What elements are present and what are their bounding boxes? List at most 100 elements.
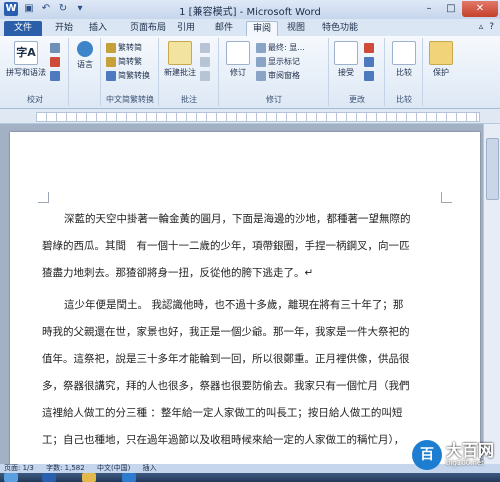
taskbar [0, 473, 500, 482]
conversion-button[interactable]: 简繁转换 [106, 70, 150, 82]
browser-taskbar-icon[interactable] [122, 473, 136, 482]
language-button[interactable]: 语言 [73, 41, 97, 70]
to-simplified-label: 繁转简 [118, 43, 142, 52]
group-label-chinese-conversion: 中文简繁转换 [106, 95, 154, 104]
to-traditional-button[interactable]: 简转繁 [106, 56, 142, 68]
group-label-changes: 更改 [349, 95, 365, 104]
maximize-button[interactable]: □ [440, 1, 462, 17]
word-taskbar-icon[interactable] [42, 473, 56, 482]
page-count[interactable]: 页面: 1/3 [4, 464, 34, 472]
paragraph-line: 深藍的天空中掛著一輪金黃的圓月，下面是海邊的沙地，都種著一望無際的 [64, 213, 411, 225]
group-changes: 接受 更改 [330, 38, 385, 106]
paragraph-line: 多，祭器很講究，拜的人也很多，祭器也很要防偷去。我家只有一個忙月（我們 [42, 380, 410, 392]
previous-change-button[interactable] [364, 56, 374, 68]
paragraph-line: 時我的父親還在世，家景也好，我正是一個少爺。那一年，我家是一件大祭祀的 [42, 326, 410, 338]
reviewing-pane-button[interactable]: 审阅窗格 [256, 70, 300, 82]
word-count-button[interactable] [50, 70, 60, 82]
ruler-ticks [37, 113, 479, 121]
new-comment-button[interactable]: 新建批注 [162, 41, 198, 78]
crop-mark [441, 192, 452, 203]
ribbon-collapse-icon[interactable]: ▵ [479, 22, 484, 32]
show-markup-icon [256, 57, 266, 67]
compare-icon [392, 41, 416, 65]
thesaurus-button[interactable] [50, 56, 60, 68]
group-label-comments: 批注 [181, 95, 197, 104]
group-language: 语言 [70, 38, 101, 106]
paragraph-line: 工；自己也種地，只在過年過節以及收租時候來給一定的人家做工的稱忙月）， [42, 434, 405, 446]
word-count[interactable]: 字数: 1,582 [46, 464, 85, 472]
tab-home[interactable]: 开始 [50, 21, 78, 36]
next-change-icon [364, 71, 374, 81]
group-comments: 新建批注 批注 [160, 38, 219, 106]
document-page[interactable]: 深藍的天空中掛著一輪金黃的圓月，下面是海邊的沙地，都種著一望無際的 碧綠的西瓜。… [10, 132, 480, 472]
document-workspace: 深藍的天空中掛著一輪金黃的圓月，下面是海邊的沙地，都種著一望無際的 碧綠的西瓜。… [0, 124, 484, 472]
tab-references[interactable]: 引用 [172, 21, 200, 36]
previous-comment-icon [200, 57, 210, 67]
group-compare: 比较 比较 [386, 38, 423, 106]
tab-insert[interactable]: 插入 [84, 21, 112, 36]
previous-comment-button[interactable] [200, 56, 210, 68]
close-button[interactable]: ✕ [462, 1, 498, 17]
insert-mode[interactable]: 插入 [143, 464, 157, 472]
research-icon [50, 43, 60, 53]
track-changes-label: 修订 [230, 68, 246, 77]
paragraph-line: 猹盡力地刺去。那猹卻將身一扭，反從他的胯下逃走了。↵ [42, 267, 314, 279]
tab-special-features[interactable]: 特色功能 [316, 21, 364, 36]
next-comment-icon [200, 71, 210, 81]
tab-mailings[interactable]: 邮件 [210, 21, 238, 36]
paragraph-line: 這少年便是閏土。 我認識他時，也不過十多歲，離現在將有三十年了；那 [64, 299, 404, 311]
compare-button[interactable]: 比较 [390, 41, 418, 78]
tab-file[interactable]: 文件 [4, 21, 42, 36]
accept-icon [334, 41, 358, 65]
paragraph-line: 碧綠的西瓜。其間 有一個十一二歲的少年，項帶銀圈，手捏一柄鋼叉，向一匹 [42, 240, 410, 252]
protect-button[interactable]: 保护 [427, 41, 455, 78]
minimize-button[interactable]: – [418, 1, 440, 17]
spelling-icon: 字A [14, 41, 38, 65]
paragraph-line: 這裡給人做工的分三種 ：整年給一定人家做工的叫長工；按日給人做工的叫短 [42, 407, 403, 419]
watermark-logo: 百 [411, 440, 442, 470]
accept-button[interactable]: 接受 [332, 41, 360, 78]
display-review-label: 最终: 显... [268, 43, 305, 52]
title-bar: W ▣ ↶ ↻ ▾ 1 [兼容模式] - Microsoft Word – □ … [0, 0, 500, 20]
next-change-button[interactable] [364, 70, 374, 82]
to-simplified-button[interactable]: 繁转简 [106, 42, 142, 54]
reject-button[interactable] [364, 42, 374, 54]
protect-label: 保护 [433, 68, 449, 77]
lock-icon [429, 41, 453, 65]
tab-page-layout[interactable]: 页面布局 [124, 21, 172, 36]
tab-review[interactable]: 审阅 [246, 21, 278, 37]
tab-view[interactable]: 视图 [282, 21, 310, 36]
display-for-review-dropdown[interactable]: 最终: 显... [256, 42, 305, 54]
crop-mark [38, 192, 49, 203]
previous-change-icon [364, 57, 374, 67]
folder-taskbar-icon[interactable] [82, 473, 96, 482]
track-changes-button[interactable]: 修订 [224, 41, 252, 78]
group-label-tracking: 修订 [266, 95, 282, 104]
to-simplified-icon [106, 43, 116, 53]
ribbon-tabs: 文件 开始 插入 页面布局 引用 邮件 审阅 视图 特色功能 ▵ ? [0, 19, 500, 37]
language-status[interactable]: 中文(中国) [97, 464, 130, 472]
show-markup-button[interactable]: 显示标记 [256, 56, 300, 68]
help-icon[interactable]: ? [489, 22, 494, 32]
reject-icon [364, 43, 374, 53]
start-icon[interactable] [4, 473, 18, 482]
horizontal-ruler[interactable] [0, 109, 500, 124]
research-button[interactable] [50, 42, 60, 54]
compare-label: 比较 [396, 68, 412, 77]
group-label-compare: 比较 [396, 95, 412, 104]
group-protect: 保护 [424, 38, 458, 106]
spelling-grammar-button[interactable]: 字A 拼写和语法 [6, 41, 46, 78]
reviewing-pane-label: 审阅窗格 [268, 71, 300, 80]
paragraph-line: 值年。這祭祀，說是三十多年才能輪到一回，所以很鄭重。正月裡供像，供品很 [42, 353, 410, 365]
word-count-icon [50, 71, 60, 81]
language-label: 语言 [77, 60, 93, 69]
delete-comment-button[interactable] [200, 42, 210, 54]
conversion-icon [106, 71, 116, 81]
scroll-thumb[interactable] [486, 138, 499, 200]
vertical-scrollbar[interactable] [483, 124, 500, 464]
accept-label: 接受 [338, 68, 354, 77]
next-comment-button[interactable] [200, 70, 210, 82]
to-traditional-icon [106, 57, 116, 67]
delete-comment-icon [200, 43, 210, 53]
group-label-proofing: 校对 [27, 95, 43, 104]
